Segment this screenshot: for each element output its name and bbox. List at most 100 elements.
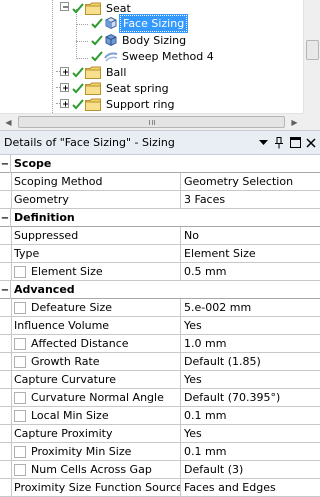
tree-horizontal-scrollbar[interactable]: ◀ ▶ [0, 113, 303, 130]
property-value[interactable]: 0.1 mm [181, 407, 320, 424]
property-row-influence-volume[interactable]: Influence Volume Yes [0, 317, 320, 335]
property-row-element-size[interactable]: Element Size 0.5 mm [0, 263, 320, 281]
property-row-defeature-size[interactable]: Defeature Size 5.e-002 mm [0, 299, 320, 317]
property-name: Num Cells Across Gap [31, 463, 152, 476]
property-value[interactable]: 1.0 mm [181, 335, 320, 352]
parameter-checkbox[interactable] [14, 409, 26, 422]
tree-item-seat-spring[interactable]: Seat spring [72, 80, 171, 96]
property-row-capture-proximity[interactable]: Capture Proximity Yes [0, 425, 320, 443]
property-row-growth-rate[interactable]: Growth Rate Default (1.85) [0, 353, 320, 371]
tree-item-support-ring[interactable]: Support ring [72, 96, 177, 112]
property-name: Affected Distance [31, 337, 129, 350]
checkmark-icon [91, 51, 103, 62]
property-value[interactable]: No [181, 227, 320, 244]
property-row-affected-distance[interactable]: Affected Distance 1.0 mm [0, 335, 320, 353]
category-scope[interactable]: − Scope [0, 155, 320, 173]
parameter-checkbox[interactable] [14, 301, 26, 314]
details-title: Details of "Face Sizing" - Sizing [4, 136, 175, 149]
property-row-proximity-min-size[interactable]: Proximity Min Size 0.1 mm [0, 443, 320, 461]
parameter-checkbox[interactable] [14, 463, 26, 476]
property-value[interactable]: Yes [181, 425, 320, 442]
parameter-checkbox[interactable] [14, 355, 26, 368]
property-row-suppressed[interactable]: Suppressed No [0, 227, 320, 245]
property-value[interactable]: Default (70.395°) [181, 389, 320, 406]
property-row-num-cells-across-gap[interactable]: Num Cells Across Gap Default (3) [0, 461, 320, 479]
property-row-scoping-method[interactable]: Scoping Method Geometry Selection [0, 173, 320, 191]
expand-toggle[interactable] [60, 99, 69, 108]
property-value[interactable]: Faces and Edges [181, 479, 320, 496]
tree-item-label: Seat [106, 1, 131, 15]
category-advanced[interactable]: − Advanced [0, 281, 320, 299]
property-name: Type [11, 245, 181, 262]
scroll-left-arrow-icon[interactable]: ◀ [0, 114, 17, 130]
tree-item-label: Sweep Method 4 [122, 49, 214, 63]
property-name: Suppressed [11, 227, 181, 244]
property-row-proximity-size-function-sources[interactable]: Proximity Size Function Sources Faces an… [0, 479, 320, 497]
checkmark-icon [91, 18, 103, 29]
property-name: Proximity Size Function Sources [11, 479, 181, 496]
property-value[interactable]: Geometry Selection [181, 173, 320, 190]
scrollbar-corner [303, 113, 320, 130]
category-label: Advanced [14, 283, 75, 296]
property-name: Local Min Size [31, 409, 109, 422]
scrollbar-thumb[interactable] [306, 40, 319, 60]
parameter-checkbox[interactable] [14, 391, 26, 404]
property-value[interactable]: 5.e-002 mm [181, 299, 320, 316]
tree-item-label: Support ring [106, 97, 175, 111]
expand-toggle[interactable] [60, 67, 69, 76]
property-name: Growth Rate [31, 355, 100, 368]
tree-item-face-sizing[interactable]: Face Sizing [91, 13, 189, 33]
property-value[interactable]: 0.1 mm [181, 443, 320, 460]
parameter-checkbox[interactable] [14, 337, 26, 350]
property-row-local-min-size[interactable]: Local Min Size 0.1 mm [0, 407, 320, 425]
property-value[interactable]: Default (3) [181, 461, 320, 478]
property-row-type[interactable]: Type Element Size [0, 245, 320, 263]
scroll-right-arrow-icon[interactable]: ▶ [286, 114, 303, 130]
tree-connector-line [76, 24, 88, 25]
folder-icon [85, 82, 101, 95]
property-name: Defeature Size [31, 301, 113, 314]
dropdown-icon[interactable] [256, 136, 270, 150]
property-name: Capture Curvature [11, 371, 181, 388]
property-value[interactable]: 3 Faces [181, 191, 320, 208]
category-label: Scope [14, 157, 52, 170]
tree-item-sweep-method-4[interactable]: Sweep Method 4 [91, 48, 216, 64]
tree-item-label: Ball [106, 65, 127, 79]
property-value[interactable]: 0.5 mm [181, 263, 320, 280]
parameter-checkbox[interactable] [14, 265, 26, 278]
property-name: Capture Proximity [11, 425, 181, 442]
tree-connector-line [76, 58, 88, 59]
property-value[interactable]: Default (1.85) [181, 353, 320, 370]
pin-icon[interactable] [272, 136, 286, 150]
collapse-category-icon[interactable]: − [0, 281, 11, 299]
collapse-category-icon[interactable]: − [0, 209, 11, 227]
property-value[interactable]: Yes [181, 371, 320, 388]
tree-item-label: Body Sizing [122, 33, 187, 47]
parameter-checkbox[interactable] [14, 445, 26, 458]
collapse-category-icon[interactable]: − [0, 155, 11, 173]
checkmark-icon [72, 67, 84, 78]
category-definition[interactable]: − Definition [0, 209, 320, 227]
checkmark-icon [72, 83, 84, 94]
checkmark-icon [72, 3, 84, 14]
collapse-toggle[interactable] [60, 2, 69, 11]
scrollbar-thumb[interactable] [18, 116, 285, 128]
details-panel-header: Details of "Face Sizing" - Sizing [0, 130, 320, 155]
tree-item-ball[interactable]: Ball [72, 64, 128, 80]
property-name: Curvature Normal Angle [31, 391, 164, 404]
property-row-capture-curvature[interactable]: Capture Curvature Yes [0, 371, 320, 389]
property-name: Geometry [11, 191, 181, 208]
maximize-icon[interactable] [288, 136, 302, 150]
property-value[interactable]: Yes [181, 317, 320, 334]
checkmark-icon [91, 35, 103, 46]
folder-icon [85, 2, 101, 15]
property-value[interactable]: Element Size [181, 245, 320, 262]
folder-icon [85, 66, 101, 79]
property-row-geometry[interactable]: Geometry 3 Faces [0, 191, 320, 209]
tree-connector-line [52, 0, 53, 113]
tree-vertical-scrollbar[interactable] [303, 0, 320, 113]
expand-toggle[interactable] [60, 83, 69, 92]
close-icon[interactable] [304, 136, 318, 150]
property-row-curvature-normal-angle[interactable]: Curvature Normal Angle Default (70.395°) [0, 389, 320, 407]
tree-item-body-sizing[interactable]: Body Sizing [91, 32, 188, 48]
